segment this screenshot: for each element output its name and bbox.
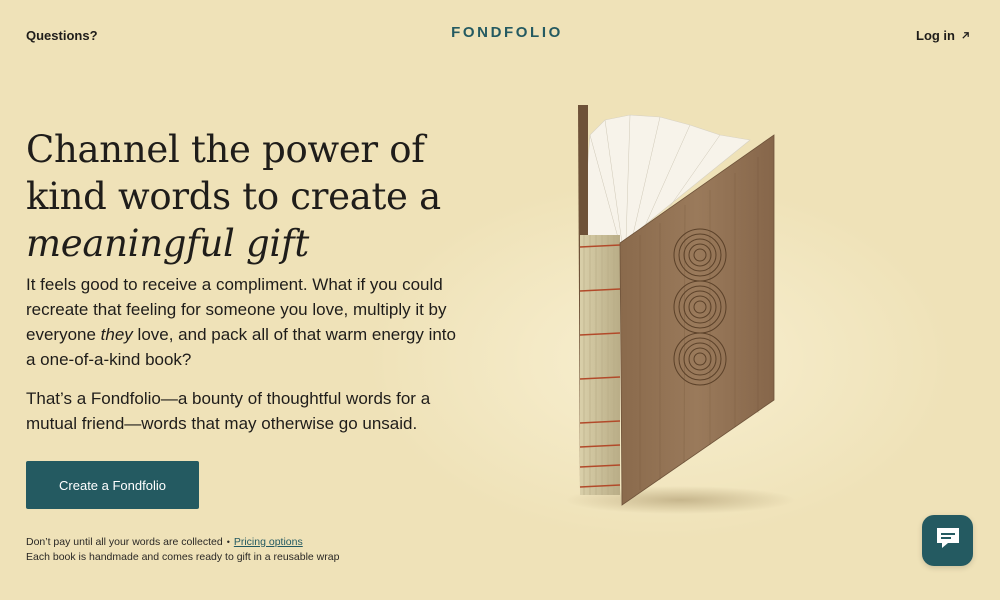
chat-bubble-icon xyxy=(934,525,962,556)
book-image xyxy=(560,95,800,515)
headline-line-2: kind words to create a xyxy=(26,175,441,218)
headline-line-1: Channel the power of xyxy=(26,128,425,171)
login-link[interactable]: Log in xyxy=(916,28,970,43)
chat-button[interactable] xyxy=(922,515,973,566)
page: Questions? FONDFOLIO Log in Channel the … xyxy=(0,0,1000,600)
login-label: Log in xyxy=(916,28,955,43)
fineprint-pay-note: Don’t pay until all your words are colle… xyxy=(26,536,223,548)
arrow-up-right-icon xyxy=(961,29,970,43)
site-header: Questions? FONDFOLIO Log in xyxy=(0,0,1000,70)
fineprint: Don’t pay until all your words are colle… xyxy=(26,535,339,565)
create-fondfolio-button[interactable]: Create a Fondfolio xyxy=(26,461,199,509)
headline-italic: meaningful gift xyxy=(26,222,309,265)
hero-second-paragraph: That’s a Fondfolio—a bounty of thoughtfu… xyxy=(26,389,431,433)
brand-logo[interactable]: FONDFOLIO xyxy=(450,24,564,41)
lead-emphasis: they xyxy=(100,325,133,344)
questions-link[interactable]: Questions? xyxy=(26,28,98,43)
bullet-separator: • xyxy=(226,537,230,547)
hero-lead-paragraph: It feels good to receive a compliment. W… xyxy=(26,272,456,372)
hero-headline: Channel the power of kind words to creat… xyxy=(26,126,496,267)
pricing-options-link[interactable]: Pricing options xyxy=(234,536,303,548)
fineprint-handmade-note: Each book is handmade and comes ready to… xyxy=(26,551,340,563)
